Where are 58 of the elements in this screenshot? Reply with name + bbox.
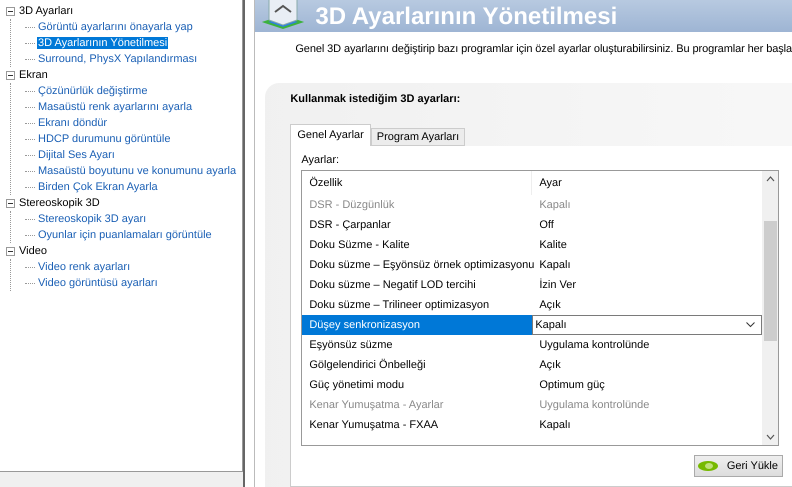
feature-cell[interactable]: Güç yönetimi modu bbox=[302, 375, 532, 395]
chevron-down-icon bbox=[746, 322, 756, 328]
page-title: 3D Ayarlarının Yönetilmesi bbox=[315, 2, 618, 32]
feature-cell[interactable]: Eşyönsüz süzme bbox=[302, 335, 532, 355]
tree-link[interactable]: Birden Çok Ekran Ayarla bbox=[37, 181, 159, 193]
value-cell-text: Uygulama kontrolünde bbox=[538, 338, 650, 353]
feature-cell[interactable]: Doku süzme – Negatif LOD tercihi bbox=[302, 275, 532, 295]
tree-link[interactable]: HDCP durumunu görüntüle bbox=[37, 133, 172, 145]
tab[interactable]: Program Ayarları bbox=[370, 128, 466, 146]
feature-cell[interactable]: Kenar Yumuşatma - FXAA bbox=[302, 415, 532, 435]
feature-cell[interactable]: Doku süzme – Trilineer optimizasyon bbox=[302, 295, 532, 315]
tree-link[interactable]: Ekranı döndür bbox=[37, 117, 108, 129]
tree-link[interactable]: 3D Ayarlarının Yönetilmesi bbox=[37, 37, 168, 49]
column-header: Özellik bbox=[302, 171, 532, 195]
value-cell-text: Uygulama kontrolünde bbox=[538, 398, 650, 413]
column-header: Ayar bbox=[538, 176, 563, 191]
tree-link[interactable]: Stereoskopik 3D ayarı bbox=[37, 213, 148, 225]
cube-icon bbox=[261, 0, 306, 32]
collapse-icon[interactable] bbox=[6, 246, 15, 256]
value-cell-text: Kapalı bbox=[538, 198, 572, 213]
restore-button[interactable]: Geri Yükle bbox=[694, 455, 783, 477]
list-label: Ayarlar: bbox=[301, 154, 340, 166]
tree-link[interactable]: Video renk ayarları bbox=[37, 261, 132, 273]
tree-link[interactable]: Surround, PhysX Yapılandırması bbox=[37, 53, 198, 65]
page-description: Genel 3D ayarlarını değiştirip bazı programlar için özel ayarlar oluşturabilirsiniz. Bu programlar her başla bbox=[294, 42, 792, 55]
feature-cell[interactable]: Doku süzme – Eşyönsüz örnek optimizasyonu bbox=[302, 255, 532, 275]
value-cell-text: Optimum güç bbox=[538, 378, 606, 393]
group-heading: Kullanmak istediğim 3D ayarları: bbox=[290, 93, 462, 105]
feature-cell[interactable]: DSR - Çarpanlar bbox=[302, 215, 532, 235]
vertical-scrollbar[interactable] bbox=[762, 171, 778, 445]
tab[interactable]: Genel Ayarlar bbox=[290, 124, 371, 146]
value-cell-text: Off bbox=[538, 218, 555, 233]
value-dropdown[interactable]: Kapalı bbox=[532, 315, 762, 335]
value-cell-text: Açık bbox=[538, 358, 562, 373]
value-cell-text: Kapalı bbox=[538, 258, 572, 273]
tree-link[interactable]: Dijital Ses Ayarı bbox=[37, 149, 116, 161]
collapse-icon[interactable] bbox=[6, 198, 15, 208]
eye-logo-icon bbox=[696, 460, 719, 472]
tree-link[interactable]: Oyunlar için puanlamaları görüntüle bbox=[37, 229, 213, 241]
tree-category[interactable]: Video bbox=[18, 245, 48, 257]
tree-category[interactable]: Stereoskopik 3D bbox=[18, 197, 101, 209]
value-cell-text: Kapalı bbox=[538, 418, 572, 433]
feature-cell[interactable]: Düşey senkronizasyon bbox=[302, 315, 532, 335]
tree-link[interactable]: Masaüstü boyutunu ve konumunu ayarla bbox=[37, 165, 238, 177]
tree-category[interactable]: Ekran bbox=[18, 69, 49, 81]
value-cell-text: Kalite bbox=[538, 238, 568, 253]
value-cell-text: İzin Ver bbox=[538, 278, 578, 293]
tree-link[interactable]: Masaüstü renk ayarlarını ayarla bbox=[37, 101, 194, 113]
feature-cell[interactable]: Gölgelendirici Önbelleği bbox=[302, 355, 532, 375]
tree-link[interactable]: Video görüntüsü ayarları bbox=[37, 277, 159, 289]
tree-link[interactable]: Çözünürlük değiştirme bbox=[37, 85, 148, 97]
tree-category[interactable]: 3D Ayarları bbox=[18, 5, 74, 17]
tree-link[interactable]: Görüntü ayarlarını önayarla yap bbox=[37, 21, 194, 33]
value-cell-text: Açık bbox=[538, 298, 562, 313]
collapse-icon[interactable] bbox=[6, 70, 15, 80]
splitter-bar[interactable] bbox=[242, 0, 254, 487]
feature-cell[interactable]: Doku Süzme - Kalite bbox=[302, 235, 532, 255]
collapse-icon[interactable] bbox=[6, 6, 15, 16]
